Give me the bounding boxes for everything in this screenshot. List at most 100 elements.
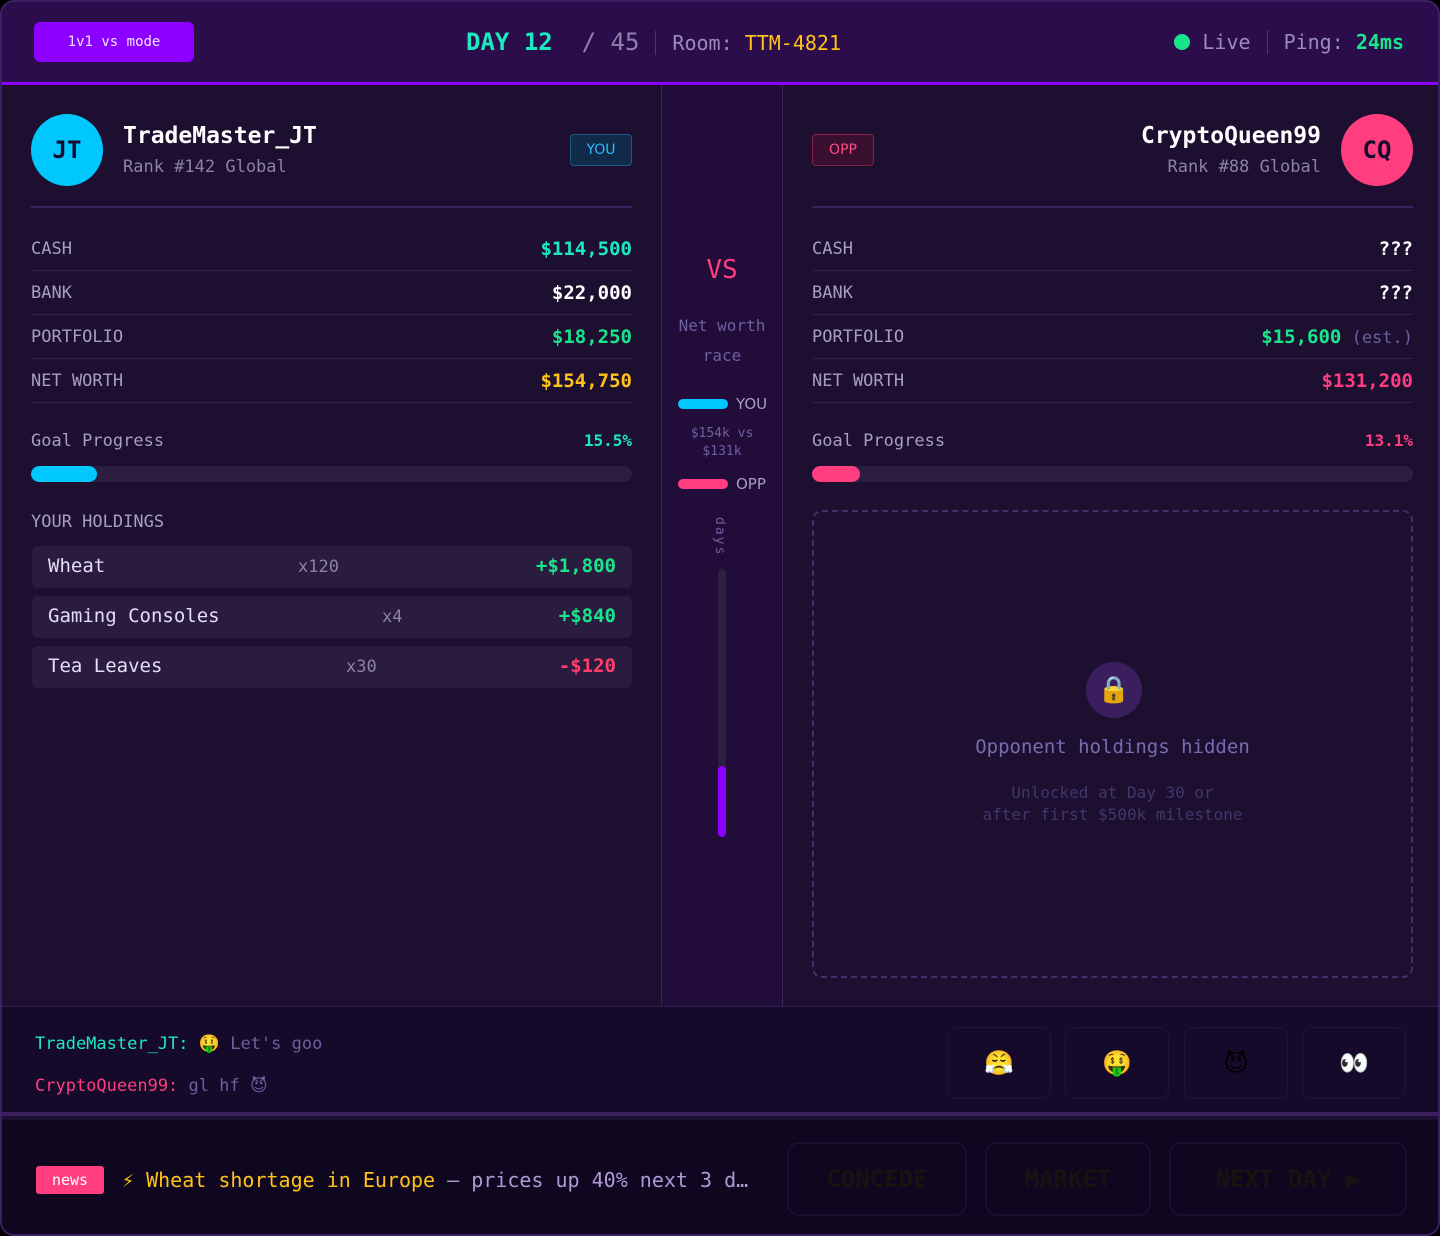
stat-value-wrap: $114,500: [540, 238, 632, 260]
you-race-label: YOU: [736, 395, 768, 413]
stat-value: $114,500: [540, 237, 632, 260]
chat-message: TradeMaster_JT: 🤑 Let's goo: [35, 1034, 322, 1054]
news-headline: Wheat shortage in Europe: [146, 1168, 436, 1192]
goal-value: 15.5%: [583, 431, 632, 450]
day-counter: DAY 12 / 45 Room: TTM-4821: [466, 28, 842, 56]
news-badge: news: [36, 1166, 104, 1194]
stat-value-wrap: ???: [1379, 238, 1413, 260]
vs-label: VS: [706, 255, 738, 285]
chat-text: gl hf: [188, 1076, 240, 1096]
stat-row: PORTFOLIO $15,600 (est.): [812, 315, 1413, 359]
holding-row[interactable]: Wheat x120 +$1,800: [32, 546, 632, 588]
stat-value: $18,250: [551, 325, 632, 348]
stat-value-wrap: $154,750: [540, 370, 632, 392]
money-face-icon: 🤑: [198, 1034, 220, 1054]
stat-value-wrap: ???: [1379, 282, 1413, 304]
stat-value: ???: [1378, 281, 1413, 304]
opponent-avatar: CQ: [1341, 114, 1413, 186]
stat-label: NET WORTH: [812, 370, 905, 391]
connection-status: Live Ping: 24ms: [1174, 30, 1404, 54]
stat-label: NET WORTH: [31, 370, 124, 391]
stat-label: BANK: [812, 282, 853, 303]
room-label: Room:: [672, 31, 733, 55]
stat-value: $131,200: [1321, 369, 1413, 392]
react-steam-button[interactable]: 😤: [947, 1027, 1051, 1099]
opp-race-label: OPP: [736, 475, 766, 493]
concede-button[interactable]: CONCEDE: [787, 1142, 967, 1216]
stat-value: $154,750: [540, 369, 632, 392]
mode-badge: 1v1 vs mode: [34, 22, 194, 62]
stat-label: PORTFOLIO: [31, 326, 124, 347]
react-money-button[interactable]: 🤑: [1065, 1027, 1169, 1099]
stat-label: CASH: [31, 238, 72, 259]
stat-value: $22,000: [551, 281, 632, 304]
holding-row[interactable]: Tea Leaves x30 -$120: [32, 646, 632, 688]
holding-name: Tea Leaves: [48, 655, 163, 677]
stat-row: CASH???: [812, 227, 1413, 271]
holding-row[interactable]: Gaming Consoles x4 +$840: [32, 596, 632, 638]
game-window: 1v1 vs mode DAY 12 / 45 Room: TTM-4821 Li…: [0, 0, 1440, 1236]
market-button[interactable]: MARKET: [985, 1142, 1151, 1216]
days-progress-bar: [718, 569, 726, 837]
stat-value: ???: [1378, 237, 1413, 260]
race-title-2: race: [702, 346, 742, 365]
stat-row: BANK $22,000: [31, 271, 632, 315]
race-title: Net worth: [678, 316, 766, 335]
race-compare-2: $131k: [702, 444, 742, 459]
stat-value-wrap: $131,200: [1321, 370, 1413, 392]
holding-gain: +$840: [558, 605, 616, 627]
goal-progress-bar: [812, 466, 1413, 482]
devil-icon: 😈: [249, 1076, 268, 1096]
stat-value: $15,600: [1261, 325, 1342, 348]
you-badge: YOU: [570, 134, 632, 166]
race-compare: $154k vs: [690, 426, 754, 441]
goal-label: Goal Progress: [31, 431, 165, 451]
holding-qty: x30: [346, 657, 377, 677]
chat-message: CryptoQueen99: gl hf 😈: [35, 1076, 268, 1096]
opponent-name: CryptoQueen99: [1140, 123, 1321, 149]
chat-user: CryptoQueen99:: [35, 1076, 179, 1096]
holding-gain: +$1,800: [535, 555, 616, 577]
stat-label: CASH: [812, 238, 853, 259]
holding-name: Gaming Consoles: [48, 605, 220, 627]
stat-row: NET WORTH $154,750: [31, 359, 632, 403]
news-ticker: ⚡ Wheat shortage in Europe — prices up 4…: [122, 1168, 748, 1192]
lightning-icon: ⚡: [122, 1168, 135, 1192]
holding-qty: x4: [382, 607, 403, 627]
stat-row: PORTFOLIO $18,250: [31, 315, 632, 359]
race-panel: VS Net worth race YOU $154k vs $131k OPP d…: [661, 85, 783, 1006]
react-devil-button[interactable]: 😈: [1184, 1027, 1288, 1099]
player-avatar: JT: [31, 114, 103, 186]
hidden-holdings-box: 🔒 Opponent holdings hidden Unlocked at D…: [812, 510, 1413, 978]
opponent-rank: Rank #88 Global: [1167, 157, 1321, 177]
room-code: TTM-4821: [744, 31, 842, 55]
live-dot-icon: [1174, 34, 1191, 50]
player-name: TradeMaster_JT: [123, 123, 317, 149]
goal-label: Goal Progress: [812, 431, 946, 451]
player-panel: JT TradeMaster_JT Rank #142 Global YOU C…: [2, 85, 661, 1006]
stat-label: BANK: [31, 282, 72, 303]
ping-label: Ping:: [1283, 30, 1344, 54]
stat-value-wrap: $22,000: [552, 282, 632, 304]
day-number: 12: [523, 28, 553, 56]
opponent-panel: CQ CryptoQueen99 Rank #88 Global OPP CAS…: [783, 85, 1438, 1006]
day-label: DAY: [466, 28, 510, 56]
live-label: Live: [1202, 30, 1251, 54]
top-bar: 1v1 vs mode DAY 12 / 45 Room: TTM-4821 Li…: [2, 2, 1438, 85]
holdings-title: YOUR HOLDINGS: [31, 512, 165, 532]
locked-subtitle: Unlocked at Day 30 or: [1011, 783, 1214, 802]
you-race-bar: [678, 399, 728, 409]
holding-gain: -$120: [558, 655, 616, 677]
lock-icon: 🔒: [1086, 662, 1142, 718]
stat-row: CASH $114,500: [31, 227, 632, 271]
goal-progress-bar: [31, 466, 632, 482]
holding-qty: x120: [298, 557, 339, 577]
locked-title: Opponent holdings hidden: [975, 736, 1250, 758]
next-day-button[interactable]: NEXT DAY ▶: [1169, 1142, 1407, 1216]
stat-value-wrap: $15,600 (est.): [1261, 326, 1413, 348]
holding-name: Wheat: [48, 555, 106, 577]
chat-user: TradeMaster_JT:: [35, 1034, 189, 1054]
news-detail: — prices up 40% next 3 d…: [435, 1168, 749, 1192]
ping-value: 24ms: [1355, 30, 1404, 54]
react-eyes-button[interactable]: 👀: [1302, 1027, 1406, 1099]
